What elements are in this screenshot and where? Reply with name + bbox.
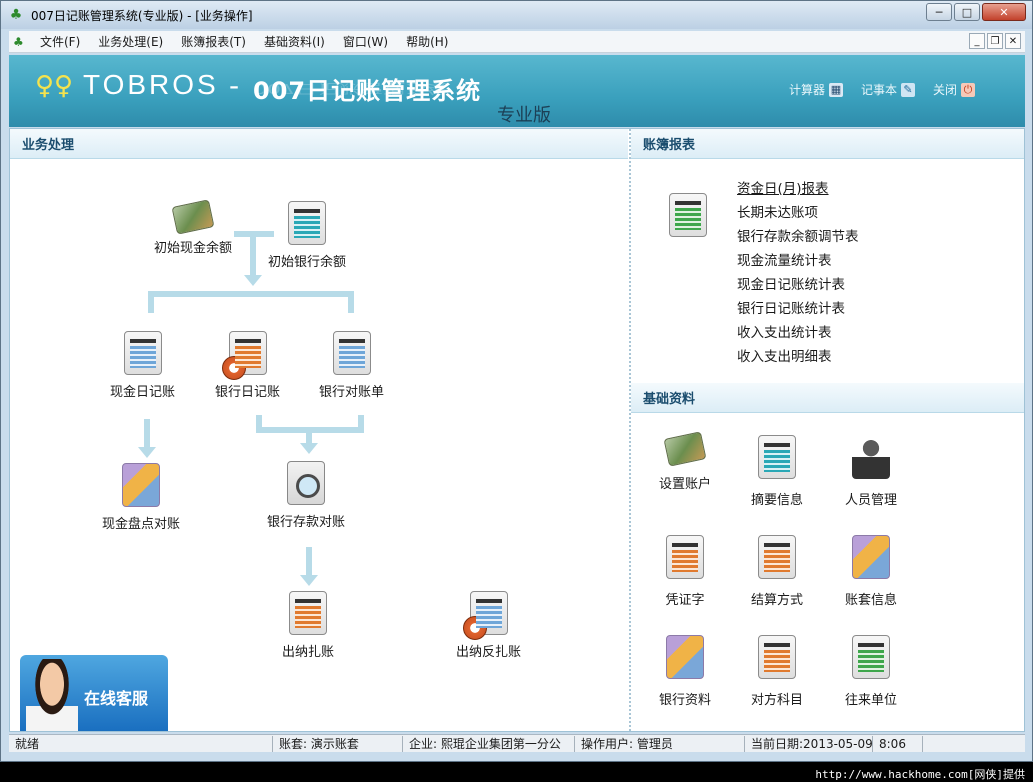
menu-help[interactable]: 帮助(H)	[397, 33, 457, 50]
exit-button[interactable]: 关闭 ⏻	[933, 81, 975, 98]
brand-name: TOBROS	[83, 69, 219, 100]
business-partner-item[interactable]: 往来单位	[831, 635, 911, 708]
mdi-close-button[interactable]: ✕	[1005, 33, 1021, 49]
bank-journal-node[interactable]: 银行日记账	[215, 331, 280, 400]
bank-reconcile-node[interactable]: 银行存款对账	[267, 461, 345, 530]
app-window: ♣ 007日记账管理系统(专业版) - [业务操作] ─ □ ✕ ♣ 文件(F)…	[0, 0, 1033, 762]
app-logo-icon: ♣	[9, 7, 23, 23]
close-account-node[interactable]: 出纳扎账	[282, 591, 334, 660]
notepad-icon: ✎	[900, 82, 915, 97]
money-icon	[663, 431, 707, 467]
counter-account-icon	[758, 635, 796, 679]
ledger-blue-icon	[123, 331, 162, 375]
report-link[interactable]: 长期未达账项	[737, 201, 859, 225]
system-name-reflection: 007日记账管理系统	[253, 80, 449, 96]
menu-bar: ♣ 文件(F) 业务处理(E) 账簿报表(T) 基础资料(I) 窗口(W) 帮助…	[9, 31, 1025, 53]
magnifier-icon	[287, 461, 325, 505]
menu-file[interactable]: 文件(F)	[31, 33, 89, 50]
reverse-close-node[interactable]: 出纳反扎账	[456, 591, 521, 660]
cash-count-node[interactable]: 现金盘点对账	[102, 463, 180, 532]
reverse-clock-icon	[462, 591, 508, 640]
voucher-pen-icon	[666, 535, 704, 579]
init-bank-node[interactable]: 初始银行余额	[268, 201, 346, 270]
cash-bundle-icon	[171, 199, 215, 235]
counter-account-item[interactable]: 对方科目	[737, 635, 817, 708]
summary-icon	[758, 435, 796, 479]
header-banner: ♀♀ TOBROS - 007日记账管理系统 007日记账管理系统 专业版 计算…	[9, 55, 1025, 127]
menu-window[interactable]: 窗口(W)	[334, 33, 397, 50]
report-link[interactable]: 现金流量统计表	[737, 249, 859, 273]
ledger-clock-icon	[221, 331, 267, 380]
mdi-minimize-button[interactable]: _	[969, 33, 985, 49]
settlement-method-item[interactable]: 结算方式	[737, 535, 817, 608]
menu-business[interactable]: 业务处理(E)	[89, 33, 172, 50]
report-link[interactable]: 银行日记账统计表	[737, 297, 859, 321]
setup-account-item[interactable]: 设置账户	[645, 431, 725, 492]
report-link[interactable]: 收入支出明细表	[737, 345, 859, 369]
settlement-pen-icon	[758, 535, 796, 579]
menu-basic[interactable]: 基础资料(I)	[255, 33, 334, 50]
report-link[interactable]: 现金日记账统计表	[737, 273, 859, 297]
report-link[interactable]: 收入支出统计表	[737, 321, 859, 345]
report-list: 资金日(月)报表 长期未达账项 银行存款余额调节表 现金流量统计表 现金日记账统…	[737, 177, 859, 369]
bank-info-item[interactable]: 银行资料	[645, 635, 725, 708]
ledger-teal-icon	[288, 201, 326, 245]
side-panel: 账簿报表 资金日(月)报表 长期未达账项 银行存款余额调节表 现金流量统计表 现…	[629, 129, 1024, 731]
report-link[interactable]: 资金日(月)报表	[737, 177, 859, 201]
status-date: 当前日期: 2013-05-09	[745, 735, 873, 752]
support-agent-icon	[26, 659, 78, 731]
bank-statement-node[interactable]: 银行对账单	[319, 331, 384, 400]
lightbulb-logo-icon: ♀♀	[35, 71, 74, 101]
close-button[interactable]: ✕	[982, 3, 1026, 21]
book-stack-icon	[852, 535, 890, 579]
power-icon: ⏻	[961, 82, 975, 97]
voucher-type-item[interactable]: 凭证字	[645, 535, 725, 608]
status-bar: 就绪 账套: 演示账套 企业: 熙琨企业集团第一分公 操作用户: 管理员 当前日…	[9, 734, 1025, 752]
title-bar: ♣ 007日记账管理系统(专业版) - [业务操作] ─ □ ✕	[1, 1, 1032, 29]
online-service-button[interactable]: 在线客服	[20, 655, 168, 731]
status-company: 企业: 熙琨企业集团第一分公	[403, 735, 575, 752]
menu-reports[interactable]: 账簿报表(T)	[172, 33, 255, 50]
status-book: 账套: 演示账套	[273, 735, 403, 752]
watermark-text: http://www.hackhome.com[网侠]提供	[0, 762, 1033, 782]
notepad-button[interactable]: 记事本 ✎	[861, 81, 915, 98]
book-info-item[interactable]: 账套信息	[831, 535, 911, 608]
status-ready: 就绪	[9, 735, 273, 752]
report-book-icon	[669, 193, 707, 237]
close-ledger-icon	[289, 591, 327, 635]
calculator-button[interactable]: 计算器 ▦	[789, 81, 843, 98]
basic-panel-title: 基础资料	[631, 383, 1024, 413]
mdi-app-icon[interactable]: ♣	[13, 35, 31, 49]
cash-journal-node[interactable]: 现金日记账	[110, 331, 175, 400]
reports-panel-title: 账簿报表	[631, 129, 1024, 159]
window-title: 007日记账管理系统(专业版) - [业务操作]	[31, 8, 253, 23]
main-content: 业务处理 初始现金余额 初始银行余额 现金日记账 银行日记账 银行对账单 现金盘…	[9, 128, 1025, 732]
personnel-item[interactable]: 人员管理	[831, 435, 911, 508]
bank-info-icon	[666, 635, 704, 679]
status-time: 8:06	[873, 735, 923, 752]
minimize-button[interactable]: ─	[926, 3, 952, 21]
status-user: 操作用户: 管理员	[575, 735, 745, 752]
business-panel-title: 业务处理	[10, 129, 628, 159]
statement-stack-icon	[332, 331, 371, 375]
cash-count-icon	[122, 463, 160, 507]
report-link[interactable]: 银行存款余额调节表	[737, 225, 859, 249]
init-cash-node[interactable]: 初始现金余额	[154, 199, 232, 256]
summary-info-item[interactable]: 摘要信息	[737, 435, 817, 508]
business-panel: 业务处理 初始现金余额 初始银行余额 现金日记账 银行日记账 银行对账单 现金盘…	[10, 129, 628, 731]
calculator-icon: ▦	[828, 82, 843, 97]
mdi-restore-button[interactable]: ❐	[987, 33, 1003, 49]
partner-notes-icon	[852, 635, 890, 679]
maximize-button[interactable]: □	[954, 3, 980, 21]
edition-label: 专业版	[497, 105, 551, 126]
person-key-icon	[852, 435, 890, 479]
